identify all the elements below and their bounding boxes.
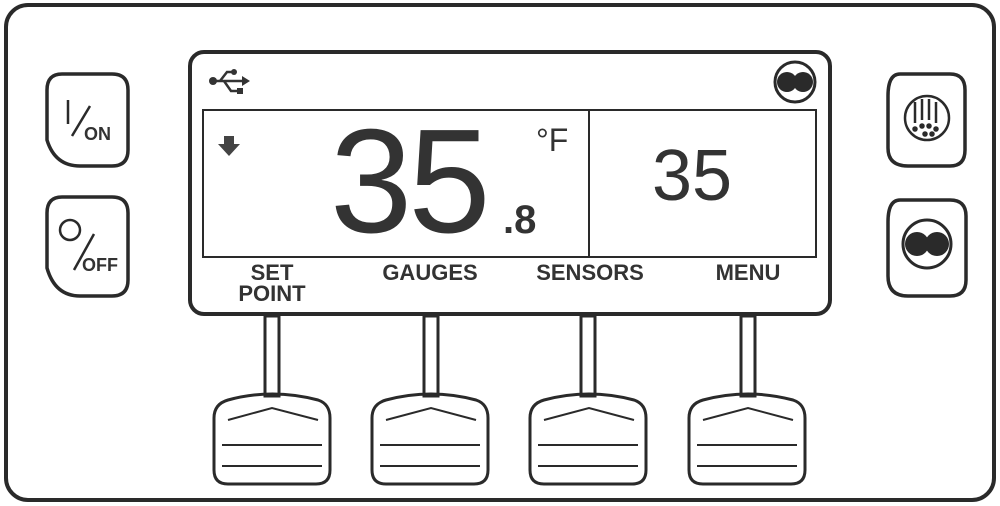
on-button[interactable] xyxy=(45,72,131,168)
soft-key-gauges-button[interactable] xyxy=(370,390,490,486)
cycle-sentry-button[interactable] xyxy=(886,198,968,298)
soft-key-menu-button[interactable] xyxy=(687,390,807,486)
outer-frame xyxy=(4,3,996,502)
controller-panel xyxy=(4,3,996,502)
defrost-button[interactable] xyxy=(886,72,968,168)
setpoint-value: 35 xyxy=(652,136,733,216)
temperature-unit: °F xyxy=(536,122,569,158)
usb-icon xyxy=(209,69,250,94)
main-temperature-integer: 35 xyxy=(330,99,491,264)
soft-key-label-gauges: GAUGES xyxy=(382,260,478,285)
soft-key-label-sensors: SENSORS xyxy=(536,260,644,285)
soft-key-label-menu: MENU xyxy=(715,260,781,285)
status-dots-icon xyxy=(773,60,817,104)
soft-key-sensors-button[interactable] xyxy=(528,390,648,486)
soft-key-setpoint-button[interactable] xyxy=(212,390,332,486)
soft-key-label-setpoint: SET POINT xyxy=(238,260,306,306)
main-temperature-decimal: .8 xyxy=(503,198,537,242)
off-button[interactable] xyxy=(45,195,131,299)
down-arrow-icon xyxy=(218,136,240,156)
